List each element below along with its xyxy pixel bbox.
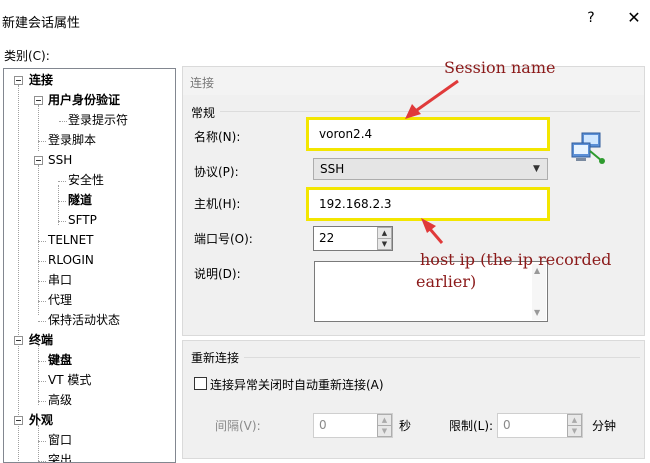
annotation-arrows — [405, 79, 459, 244]
